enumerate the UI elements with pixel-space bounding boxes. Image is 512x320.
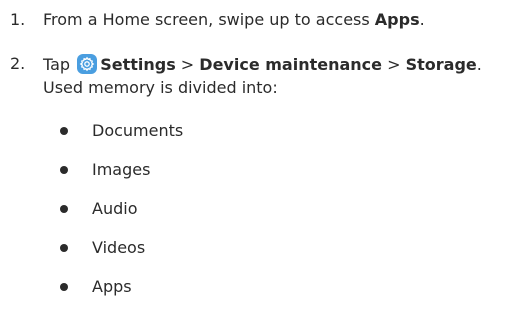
list-item: Images bbox=[92, 160, 151, 179]
step-number: 1. bbox=[10, 10, 26, 29]
bullet-icon bbox=[60, 205, 68, 213]
bullet-icon bbox=[60, 127, 68, 135]
step-number: 2. bbox=[10, 54, 26, 73]
bullet-icon bbox=[60, 166, 68, 174]
step-1-text: From a Home screen, swipe up to access A… bbox=[43, 10, 425, 29]
list-item: Apps bbox=[92, 277, 132, 296]
settings-gear-icon bbox=[77, 54, 98, 74]
bullet-icon bbox=[60, 283, 68, 291]
bullet-icon bbox=[60, 244, 68, 252]
step-2-subtext: Used memory is divided into: bbox=[43, 78, 278, 97]
storage-label: Storage bbox=[405, 55, 477, 74]
list-item: Documents bbox=[92, 121, 184, 140]
device-maintenance-label: Device maintenance bbox=[199, 55, 383, 74]
settings-label: Settings bbox=[100, 55, 176, 74]
list-item: Audio bbox=[92, 199, 138, 218]
apps-label: Apps bbox=[374, 10, 420, 29]
list-item: Videos bbox=[92, 238, 146, 257]
step-2-text: Tap Settings > Device maintenance > Stor… bbox=[43, 54, 482, 74]
